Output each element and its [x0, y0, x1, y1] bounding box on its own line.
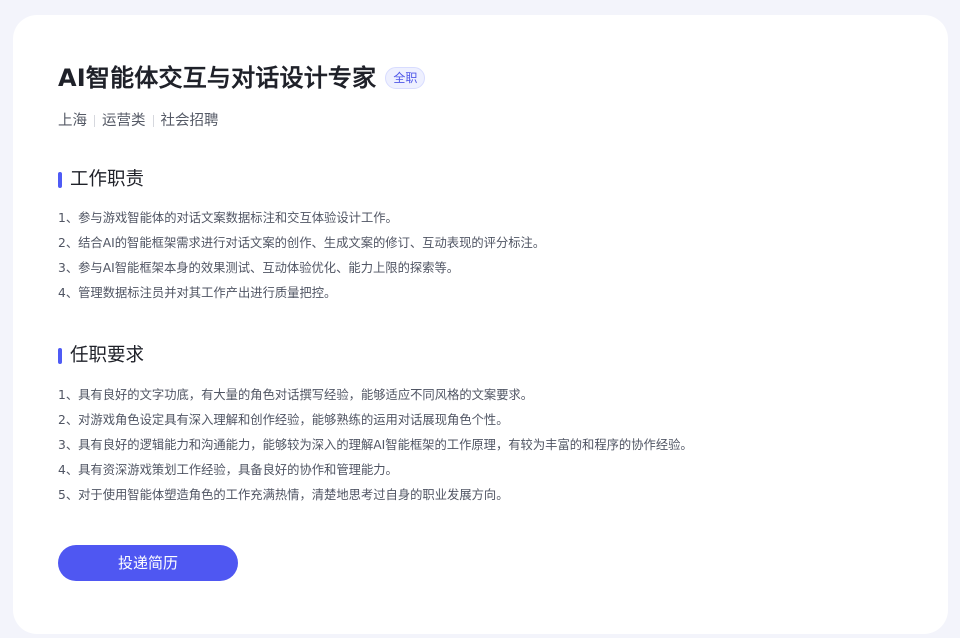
list-item: 2、结合AI的智能框架需求进行对话文案的创作、生成文案的修订、互动表现的评分标注… [58, 236, 546, 250]
job-title: AI智能体交互与对话设计专家 [58, 64, 377, 92]
apply-resume-button[interactable]: 投递简历 [58, 545, 238, 581]
section-title: 任职要求 [70, 345, 145, 366]
job-category: 运营类 [102, 113, 146, 129]
meta-divider [152, 115, 154, 127]
job-type-badge: 全职 [385, 67, 426, 89]
list-item: 1、具有良好的文字功底，有大量的角色对话撰写经验，能够适应不同风格的文案要求。 [58, 388, 534, 402]
section-accent-bar [58, 348, 62, 364]
requirements-list: 1、具有良好的文字功底，有大量的角色对话撰写经验，能够适应不同风格的文案要求。 … [58, 383, 693, 508]
meta-divider [94, 115, 95, 127]
list-item: 5、对于使用智能体塑造角色的工作充满热情，清楚地思考过自身的职业发展方向。 [58, 488, 509, 502]
job-location: 上海 [58, 113, 87, 129]
job-recruit-type: 社会招聘 [160, 113, 219, 129]
responsibilities-list: 1、参与游戏智能体的对话文案数据标注和交互体验设计工作。 2、结合AI的智能框架… [58, 206, 545, 306]
job-detail-card: AI智能体交互与对话设计专家 全职 上海 运营类 社会招聘 工作职责 1、参与游… [13, 15, 948, 634]
title-row: AI智能体交互与对话设计专家 全职 [58, 61, 426, 95]
list-item: 1、参与游戏智能体的对话文案数据标注和交互体验设计工作。 [58, 211, 398, 225]
list-item: 4、管理数据标注员并对其工作产出进行质量把控。 [58, 286, 337, 300]
section-heading-requirements: 任职要求 [58, 343, 144, 369]
list-item: 3、具有良好的逻辑能力和沟通能力，能够较为深入的理解AI智能框架的工作原理，有较… [58, 438, 693, 452]
list-item: 2、对游戏角色设定具有深入理解和创作经验，能够熟练的运用对话展现角色个性。 [58, 413, 509, 427]
section-heading-responsibilities: 工作职责 [58, 167, 144, 193]
section-title: 工作职责 [70, 169, 145, 190]
list-item: 4、具有资深游戏策划工作经验，具备良好的协作和管理能力。 [58, 463, 398, 477]
section-accent-bar [58, 172, 62, 188]
job-meta: 上海 运营类 社会招聘 [58, 111, 219, 131]
list-item: 3、参与AI智能框架本身的效果测试、互动体验优化、能力上限的探索等。 [58, 261, 460, 275]
